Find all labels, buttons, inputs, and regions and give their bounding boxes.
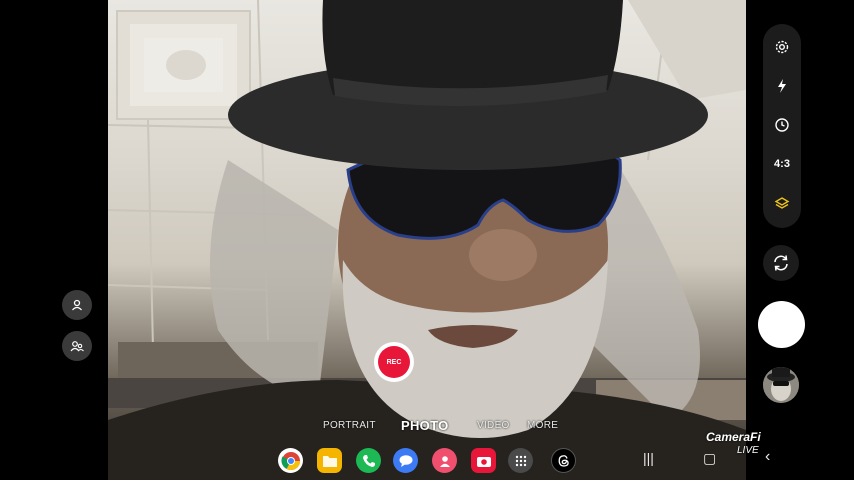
switch-camera-button[interactable] xyxy=(763,245,799,281)
mode-portrait[interactable]: PORTRAIT xyxy=(323,420,376,431)
app-dock: ||| ▢ ‹ xyxy=(0,446,854,476)
files-icon[interactable] xyxy=(317,448,342,473)
camera-viewfinder[interactable]: REC xyxy=(108,0,746,480)
timer-icon[interactable] xyxy=(763,110,801,140)
record-label: REC xyxy=(378,346,410,378)
multi-person-icon[interactable] xyxy=(62,331,92,361)
single-person-icon[interactable] xyxy=(62,290,92,320)
flash-icon[interactable] xyxy=(763,71,801,101)
mode-more[interactable]: MORE xyxy=(527,420,558,431)
aspect-ratio-button[interactable]: 4:3 xyxy=(763,149,801,179)
subject-person xyxy=(108,0,746,480)
switch-camera-icon xyxy=(774,255,788,271)
layers-icon[interactable] xyxy=(763,189,801,219)
right-control-rail: 4:3 xyxy=(746,0,854,480)
back-nav-icon[interactable]: ‹ xyxy=(765,448,770,466)
quick-settings-panel: 4:3 xyxy=(763,24,801,228)
home-nav-icon[interactable]: ▢ xyxy=(703,450,716,467)
watermark-brand: CameraFi xyxy=(706,430,761,444)
messages-icon[interactable] xyxy=(393,448,418,473)
phone-icon[interactable] xyxy=(356,448,381,473)
shutter-button[interactable] xyxy=(758,301,805,348)
recents-nav-icon[interactable]: ||| xyxy=(643,450,654,466)
watermark-live: LIVE xyxy=(737,445,759,456)
chrome-icon[interactable] xyxy=(278,448,303,473)
mode-photo[interactable]: PHOTO xyxy=(401,418,449,433)
gallery-thumbnail[interactable] xyxy=(763,367,799,403)
left-control-rail xyxy=(0,0,108,480)
threads-icon[interactable] xyxy=(551,448,576,473)
camera-app-icon[interactable] xyxy=(471,448,496,473)
contacts-icon[interactable] xyxy=(432,448,457,473)
mode-video[interactable]: VIDEO xyxy=(477,420,510,431)
gear-icon[interactable] xyxy=(763,32,801,62)
app-drawer-icon[interactable] xyxy=(508,448,533,473)
record-button[interactable]: REC xyxy=(374,342,414,382)
